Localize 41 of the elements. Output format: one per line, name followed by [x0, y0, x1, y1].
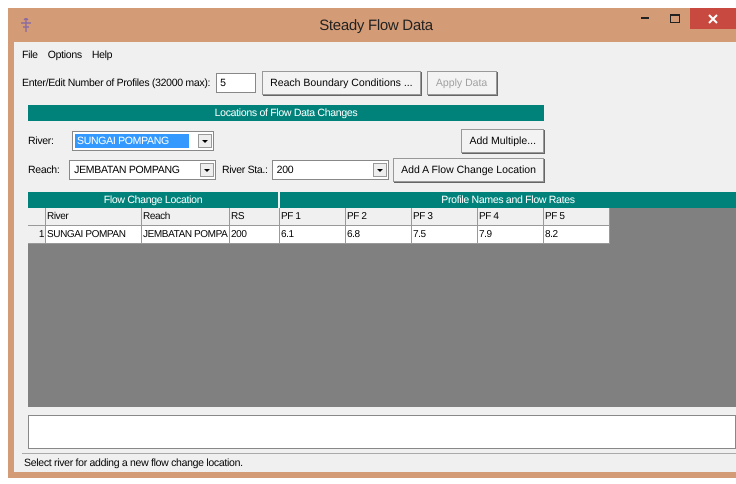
river-label: River:: [28, 135, 55, 147]
reach-dropdown[interactable]: JEMBATAN POMPANG: [69, 160, 216, 180]
column-header: Reach: [142, 208, 230, 226]
column-header: PF 1: [280, 208, 346, 226]
column-header: PF 3: [412, 208, 478, 226]
river-station-label: River Sta.:: [222, 164, 268, 176]
table-cell[interactable]: JEMBATAN POMPA: [142, 226, 230, 244]
column-header: PF 2: [346, 208, 412, 226]
column-header: PF 4: [478, 208, 544, 226]
menu-item[interactable]: File: [22, 49, 38, 61]
app-icon: [20, 18, 32, 32]
maximize-icon: [670, 14, 680, 23]
status-bar: Select river for adding a new flow change location.: [22, 453, 736, 472]
column-header: River: [46, 208, 142, 226]
table-cell[interactable]: 8.2: [544, 226, 610, 244]
profiles-label: Enter/Edit Number of Profiles (32000 max):: [22, 77, 210, 89]
column-group-header: Profile Names and Flow Rates: [280, 192, 736, 208]
column-header: PF 5: [544, 208, 610, 226]
section-header: Locations of Flow Data Changes: [28, 105, 544, 121]
close-icon: [708, 14, 718, 24]
table-cell[interactable]: 7.5: [412, 226, 478, 244]
add-location-button[interactable]: Add A Flow Change Location: [393, 158, 544, 182]
corner-cell: [28, 208, 46, 226]
menu-item[interactable]: Options: [48, 49, 82, 61]
column-group-header: Flow Change Location: [28, 192, 278, 208]
table-cell[interactable]: 6.1: [280, 226, 346, 244]
menu-item[interactable]: Help: [92, 49, 112, 61]
reach-label: Reach:: [28, 164, 60, 176]
add-multiple-button[interactable]: Add Multiple...: [461, 129, 544, 153]
close-button[interactable]: [690, 8, 736, 29]
table-cell[interactable]: 6.8: [346, 226, 412, 244]
boundary-conditions-button[interactable]: Reach Boundary Conditions ...: [262, 71, 421, 95]
table-cell[interactable]: 200: [230, 226, 280, 244]
table-cell[interactable]: SUNGAI POMPAN: [46, 226, 142, 244]
column-header: RS: [230, 208, 280, 226]
row-number: 1: [28, 226, 46, 244]
river-station-dropdown[interactable]: 200: [272, 160, 390, 180]
profiles-field[interactable]: 5: [216, 73, 256, 93]
window-title: Steady Flow Data: [318, 16, 434, 34]
minimize-icon: [641, 17, 649, 20]
table-cell[interactable]: 7.9: [478, 226, 544, 244]
